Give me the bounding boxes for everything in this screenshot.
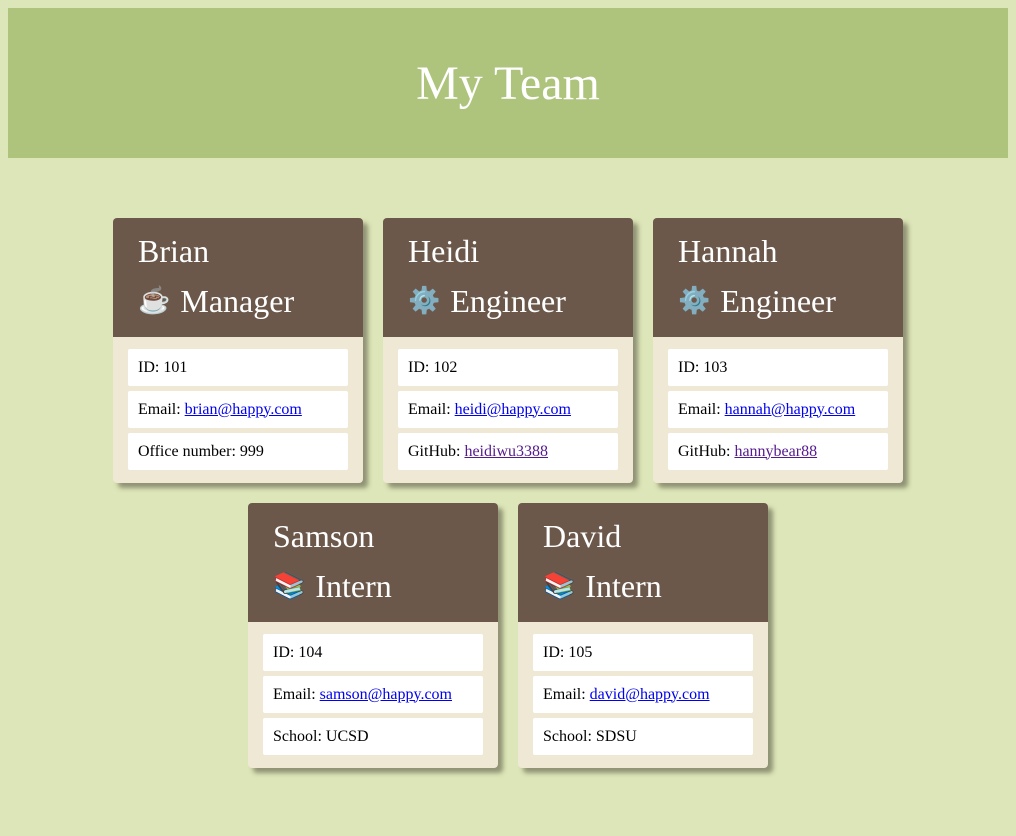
office-number-row: Office number: 999 xyxy=(128,433,348,470)
employee-role: ☕ Manager xyxy=(138,282,338,320)
email-link[interactable]: david@happy.com xyxy=(590,686,710,704)
email-label: Email: xyxy=(543,685,586,703)
gear-icon: ⚙️ xyxy=(678,286,711,315)
role-label: Intern xyxy=(315,568,392,604)
card-body: ID: 103 Email: hannah@happy.com GitHub: … xyxy=(653,337,903,470)
card-header: Hannah ⚙️ Engineer xyxy=(653,218,903,337)
id-row: ID: 105 xyxy=(533,634,753,671)
school-row: School: UCSD xyxy=(263,718,483,755)
email-row: Email: brian@happy.com xyxy=(128,391,348,428)
employee-name: Heidi xyxy=(408,233,480,269)
card-body: ID: 105 Email: david@happy.com School: S… xyxy=(518,622,768,755)
github-link[interactable]: hannybear88 xyxy=(734,443,817,461)
id-row: ID: 104 xyxy=(263,634,483,671)
github-link[interactable]: heidiwu3388 xyxy=(464,443,548,461)
employee-role: ⚙️ Engineer xyxy=(678,282,878,320)
team-card-intern: David 📚 Intern ID: 105 Email: david@happ… xyxy=(518,503,768,768)
page-header: My Team xyxy=(8,8,1008,158)
employee-name: Brian xyxy=(138,233,210,269)
team-card-manager: Brian ☕ Manager ID: 101 Email: brian@hap… xyxy=(113,218,363,483)
card-header: Heidi ⚙️ Engineer xyxy=(383,218,633,337)
github-label: GitHub: xyxy=(678,442,731,460)
email-label: Email: xyxy=(408,400,451,418)
page-title: My Team xyxy=(416,56,600,110)
github-row: GitHub: hannybear88 xyxy=(668,433,888,470)
github-label: GitHub: xyxy=(408,442,461,460)
team-card-engineer: Heidi ⚙️ Engineer ID: 102 Email: heidi@h… xyxy=(383,218,633,483)
card-header: Samson 📚 Intern xyxy=(248,503,498,622)
role-label: Engineer xyxy=(720,283,836,319)
employee-name: Hannah xyxy=(678,233,778,269)
id-row: ID: 101 xyxy=(128,349,348,386)
card-header: Brian ☕ Manager xyxy=(113,218,363,337)
coffee-icon: ☕ xyxy=(138,286,171,315)
gear-icon: ⚙️ xyxy=(408,286,441,315)
email-row: Email: heidi@happy.com xyxy=(398,391,618,428)
id-row: ID: 102 xyxy=(398,349,618,386)
card-body: ID: 104 Email: samson@happy.com School: … xyxy=(248,622,498,755)
email-row: Email: hannah@happy.com xyxy=(668,391,888,428)
team-card-engineer: Hannah ⚙️ Engineer ID: 103 Email: hannah… xyxy=(653,218,903,483)
email-label: Email: xyxy=(138,400,181,418)
school-row: School: SDSU xyxy=(533,718,753,755)
card-body: ID: 102 Email: heidi@happy.com GitHub: h… xyxy=(383,337,633,470)
card-body: ID: 101 Email: brian@happy.com Office nu… xyxy=(113,337,363,470)
books-icon: 📚 xyxy=(543,571,576,600)
team-card-intern: Samson 📚 Intern ID: 104 Email: samson@ha… xyxy=(248,503,498,768)
role-label: Engineer xyxy=(450,283,566,319)
employee-role: ⚙️ Engineer xyxy=(408,282,608,320)
role-label: Intern xyxy=(585,568,662,604)
employee-name: Samson xyxy=(273,518,375,554)
books-icon: 📚 xyxy=(273,571,306,600)
card-header: David 📚 Intern xyxy=(518,503,768,622)
employee-role: 📚 Intern xyxy=(273,567,473,605)
email-link[interactable]: heidi@happy.com xyxy=(455,401,571,419)
email-row: Email: david@happy.com xyxy=(533,676,753,713)
email-link[interactable]: hannah@happy.com xyxy=(725,401,856,419)
email-link[interactable]: samson@happy.com xyxy=(320,686,452,704)
role-label: Manager xyxy=(180,283,295,319)
id-row: ID: 103 xyxy=(668,349,888,386)
employee-role: 📚 Intern xyxy=(543,567,743,605)
email-label: Email: xyxy=(678,400,721,418)
github-row: GitHub: heidiwu3388 xyxy=(398,433,618,470)
email-label: Email: xyxy=(273,685,316,703)
employee-name: David xyxy=(543,518,622,554)
email-row: Email: samson@happy.com xyxy=(263,676,483,713)
email-link[interactable]: brian@happy.com xyxy=(185,401,302,419)
